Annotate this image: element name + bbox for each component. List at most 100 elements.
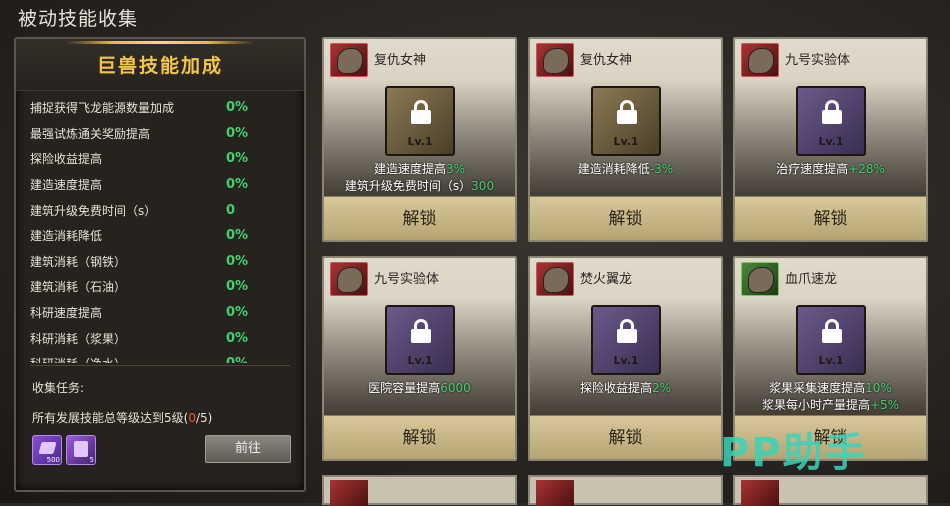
beast-icon: [543, 48, 569, 74]
unlock-button[interactable]: 解锁: [530, 196, 721, 240]
beast-avatar: [741, 43, 779, 77]
card-partial[interactable]: [528, 475, 723, 506]
stat-row: 建造速度提高 0%: [30, 172, 290, 198]
effect-text: 建筑升级免费时间（s）: [344, 179, 472, 193]
beast-name: 血爪速龙: [785, 272, 838, 287]
skill-card[interactable]: 复仇女神 Lv.1 建造速度提高3% 建筑升级免费时间（s）300 解锁: [322, 37, 517, 242]
skill-icon: Lv.1: [385, 305, 455, 375]
effect-value: 10%: [865, 381, 892, 395]
lock-icon: [821, 100, 843, 124]
skill-effects: 探险收益提高2%: [530, 380, 721, 397]
unlock-button[interactable]: 解锁: [735, 196, 926, 240]
stat-row: 建筑消耗（石油） 0%: [30, 274, 290, 300]
stat-row: 捕捉获得飞龙能源数量加成 0%: [30, 95, 290, 121]
stat-row: 科研消耗（净水）0%: [30, 351, 290, 363]
bonus-panel-title: 巨兽技能加成: [96, 55, 223, 77]
beast-avatar: [741, 262, 779, 296]
stat-value: 0%: [226, 151, 249, 167]
skill-card[interactable]: 九号实验体 Lv.1 医院容量提高6000 解锁: [322, 256, 517, 461]
stat-label: 建筑消耗（钢铁）: [30, 254, 127, 269]
effect-value: +5%: [869, 398, 900, 412]
skill-effects: 浆果采集速度提高10% 浆果每小时产量提高+5%: [735, 380, 926, 414]
stat-label: 建造速度提高: [30, 178, 103, 193]
stat-label: 探险收益提高: [30, 152, 103, 167]
stat-value: 0%: [226, 177, 249, 193]
task-description: 所有发展技能总等级达到5级(0/5): [32, 409, 212, 426]
skill-level: Lv.1: [407, 135, 433, 148]
stat-label: 科研速度提高: [30, 306, 103, 321]
stat-value: 0%: [226, 228, 249, 244]
task-desc-prefix: 所有发展技能总等级达到5级(: [32, 411, 189, 425]
stat-label: 捕捉获得飞龙能源数量加成: [30, 101, 175, 116]
unlock-button[interactable]: 解锁: [324, 415, 515, 459]
divider: [30, 365, 290, 366]
effect-line: 浆果采集速度提高10%: [735, 380, 926, 397]
effect-line: 治疗速度提高+28%: [735, 161, 926, 178]
skill-level: Lv.1: [613, 354, 639, 367]
purple-gem-icon[interactable]: 500: [32, 435, 62, 465]
skill-effects: 治疗速度提高+28%: [735, 161, 926, 178]
stat-value: 0%: [226, 356, 248, 363]
beast-icon: [748, 48, 774, 74]
reward-qty: 500: [46, 456, 60, 464]
skill-icon: Lv.1: [591, 305, 661, 375]
purple-book-icon[interactable]: 5: [66, 435, 96, 465]
goto-button[interactable]: 前往: [205, 435, 291, 463]
stat-value: 0%: [226, 125, 249, 141]
beast-icon: [337, 48, 363, 74]
beast-avatar: [330, 262, 368, 296]
reward-qty: 5: [89, 456, 94, 464]
skill-card[interactable]: 九号实验体 Lv.1 治疗速度提高+28% 解锁: [733, 37, 928, 242]
stat-value: 0%: [226, 330, 249, 346]
task-title: 收集任务:: [32, 381, 85, 395]
stat-value: 0%: [226, 100, 249, 116]
stat-value: 0%: [226, 279, 249, 295]
page-title: 被动技能收集: [18, 8, 139, 30]
effect-text: 治疗速度提高: [776, 162, 849, 176]
lock-icon: [616, 100, 638, 124]
skill-effects: 医院容量提高6000: [324, 380, 515, 397]
stat-row: 最强试炼通关奖励提高 0%: [30, 121, 290, 147]
effect-text: 探险收益提高: [579, 381, 652, 395]
beast-avatar: [536, 262, 574, 296]
unlock-button[interactable]: 解锁: [324, 196, 515, 240]
watermark: PP助手: [720, 430, 867, 476]
beast-icon: [748, 267, 774, 293]
lock-icon: [821, 319, 843, 343]
skill-effects: 建造速度提高3% 建筑升级免费时间（s）300: [324, 161, 515, 195]
effect-value: 6000: [440, 381, 471, 395]
card-partial[interactable]: [733, 475, 928, 506]
stat-label: 科研消耗（净水）: [30, 355, 226, 363]
task-desc-suffix: /5): [195, 411, 213, 425]
stat-label: 建造消耗降低: [30, 229, 103, 244]
effect-line: 探险收益提高2%: [530, 380, 721, 397]
skill-card[interactable]: 焚火翼龙 Lv.1 探险收益提高2% 解锁: [528, 256, 723, 461]
stat-row: 建筑消耗（钢铁） 0%: [30, 249, 290, 275]
beast-avatar: [741, 480, 779, 506]
skill-icon: Lv.1: [796, 86, 866, 156]
skill-card[interactable]: 复仇女神 Lv.1 建造消耗降低-3% 解锁: [528, 37, 723, 242]
effect-line: 浆果每小时产量提高+5%: [735, 397, 926, 414]
stat-row: 建造消耗降低 0%: [30, 223, 290, 249]
skill-icon: Lv.1: [796, 305, 866, 375]
beast-icon: [543, 267, 569, 293]
effect-value: 300: [471, 179, 495, 193]
beast-name: 九号实验体: [785, 53, 851, 68]
lock-icon: [410, 100, 432, 124]
beast-avatar: [536, 43, 574, 77]
effect-line: 医院容量提高6000: [324, 380, 515, 397]
unlock-button[interactable]: 解锁: [530, 415, 721, 459]
book-shape: [74, 441, 88, 457]
stat-label: 建筑消耗（石油）: [30, 280, 127, 295]
beast-avatar: [330, 480, 368, 506]
stats-list[interactable]: 捕捉获得飞龙能源数量加成 0% 最强试炼通关奖励提高 0% 探险收益提高 0% 建造速度提高…: [30, 95, 290, 363]
skill-icon: Lv.1: [385, 86, 455, 156]
card-partial[interactable]: [322, 475, 517, 506]
skill-level: Lv.1: [818, 135, 844, 148]
effect-line: 建筑升级免费时间（s）300: [324, 178, 515, 195]
beast-name: 复仇女神: [580, 53, 633, 68]
stat-label: 建筑升级免费时间（s）: [30, 203, 157, 218]
stat-row: 科研速度提高 0%: [30, 300, 290, 326]
beast-avatar: [330, 43, 368, 77]
lock-icon: [410, 319, 432, 343]
